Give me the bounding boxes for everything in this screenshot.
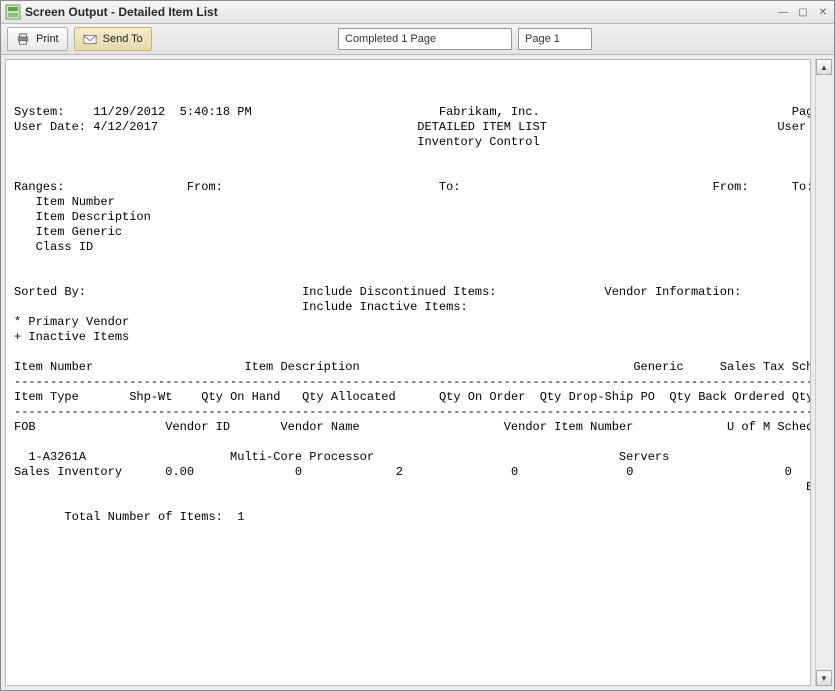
col-uofm: U of M [727,420,770,434]
hdr-user-date: 4/12/2017 [93,120,158,134]
title-bar: Screen Output - Detailed Item List — ▢ ✕ [1,1,834,24]
col-generic: Generic [633,360,683,374]
col-qty-drop-ship: Qty Drop-Ship PO [540,390,655,404]
data-item-type: Sales Inventory [14,465,122,479]
hdr-system-label: System: [14,105,64,119]
hdr-company: Fabrikam, Inc. [439,105,540,119]
app-icon [5,4,21,20]
primary-vendor-note: * Primary Vendor [14,315,129,329]
data-uofm: EACH [806,480,811,494]
window-controls: — ▢ ✕ [776,5,830,19]
ranges-to2: To: [792,180,811,194]
col-vendor-id: Vendor ID [165,420,230,434]
report-page: System: 11/29/2012 5:40:18 PM Fabrikam, … [5,59,811,686]
vertical-scrollbar[interactable]: ▲ ▼ [815,59,832,686]
hdr-title: DETAILED ITEM LIST [417,120,547,134]
data-qty-drop-ship: 0 [626,465,633,479]
app-window: Screen Output - Detailed Item List — ▢ ✕… [0,0,835,691]
printer-icon [16,32,30,46]
col-item-description: Item Description [244,360,359,374]
print-button[interactable]: Print [7,27,68,51]
report-body: System: 11/29/2012 5:40:18 PM Fabrikam, … [6,60,810,533]
scroll-down-arrow-icon[interactable]: ▼ [816,670,832,686]
col-vendor-item-number: Vendor Item Number [504,420,634,434]
scroll-track[interactable] [817,75,831,670]
status-completed: Completed 1 Page [338,28,512,50]
col-item-type: Item Type [14,390,79,404]
data-shp-wt: 0.00 [165,465,194,479]
range-line-1: Item Description [36,210,151,224]
minimize-button[interactable]: — [776,5,790,19]
col-vendor-name: Vendor Name [280,420,359,434]
data-qty-back-ordered: 0 [785,465,792,479]
send-to-icon [83,32,97,46]
hdr-userdate-label: User Date: [14,120,86,134]
ranges-from: From: [187,180,223,194]
window-title: Screen Output - Detailed Item List [25,5,776,19]
hdr-system-time: 5:40:18 PM [180,105,252,119]
col-qty-on-hand: Qty On Hand [201,390,280,404]
range-line-2: Item Generic [36,225,122,239]
page-indicator[interactable]: Page 1 [518,28,592,50]
toolbar: Print Send To Completed 1 Page Page 1 [1,24,834,55]
hdr-system-date: 11/29/2012 [93,105,165,119]
col-qty-back-ordered: Qty Back Ordered [669,390,784,404]
col-sales-tax: Sales Tax Schedule [720,360,811,374]
col-qty-allocated: Qty Allocated [302,390,396,404]
hdr-subsystem: Inventory Control [417,135,539,149]
send-to-button[interactable]: Send To [74,27,152,51]
inactive-items-note: + Inactive Items [14,330,129,344]
hdr-page-label: Page: [792,105,811,119]
col-shp-wt: Shp-Wt [129,390,172,404]
col-fob: FOB [14,420,36,434]
range-line-3: Class ID [36,240,94,254]
col-qty-on-order: Qty On Order [439,390,525,404]
footer-total-label: Total Number of Items: [64,510,222,524]
footer-total-value: 1 [237,510,244,524]
maximize-button[interactable]: ▢ [796,5,810,19]
include-disc-label: Include Discontinued Items: [302,285,496,299]
include-inactive-label: Include Inactive Items: [302,300,468,314]
col-schedule-id: Schedule ID [777,420,811,434]
range-line-0: Item Number [36,195,115,209]
data-generic: Servers [619,450,669,464]
ranges-from2: From: [713,180,749,194]
vendor-info-label: Vendor Information: [605,285,742,299]
col-item-number: Item Number [14,360,93,374]
print-label: Print [36,33,59,45]
data-qty-on-order: 0 [511,465,518,479]
ranges-label: Ranges: [14,180,64,194]
data-item-description: Multi-Core Processor [230,450,374,464]
scroll-up-arrow-icon[interactable]: ▲ [816,59,832,75]
status-text: Completed 1 Page [345,33,436,45]
hdr-userid-label: User ID: [777,120,811,134]
data-qty-on-hand: 0 [295,465,302,479]
col-qty-requis: Qty Requis [792,390,811,404]
data-item-number: 1-A3261A [28,450,86,464]
page-indicator-text: Page 1 [525,33,560,45]
data-qty-allocated: 2 [396,465,403,479]
close-button[interactable]: ✕ [816,5,830,19]
sorted-by-label: Sorted By: [14,285,86,299]
content-area: System: 11/29/2012 5:40:18 PM Fabrikam, … [1,55,834,690]
send-to-label: Send To [103,33,143,45]
ranges-to: To: [439,180,461,194]
